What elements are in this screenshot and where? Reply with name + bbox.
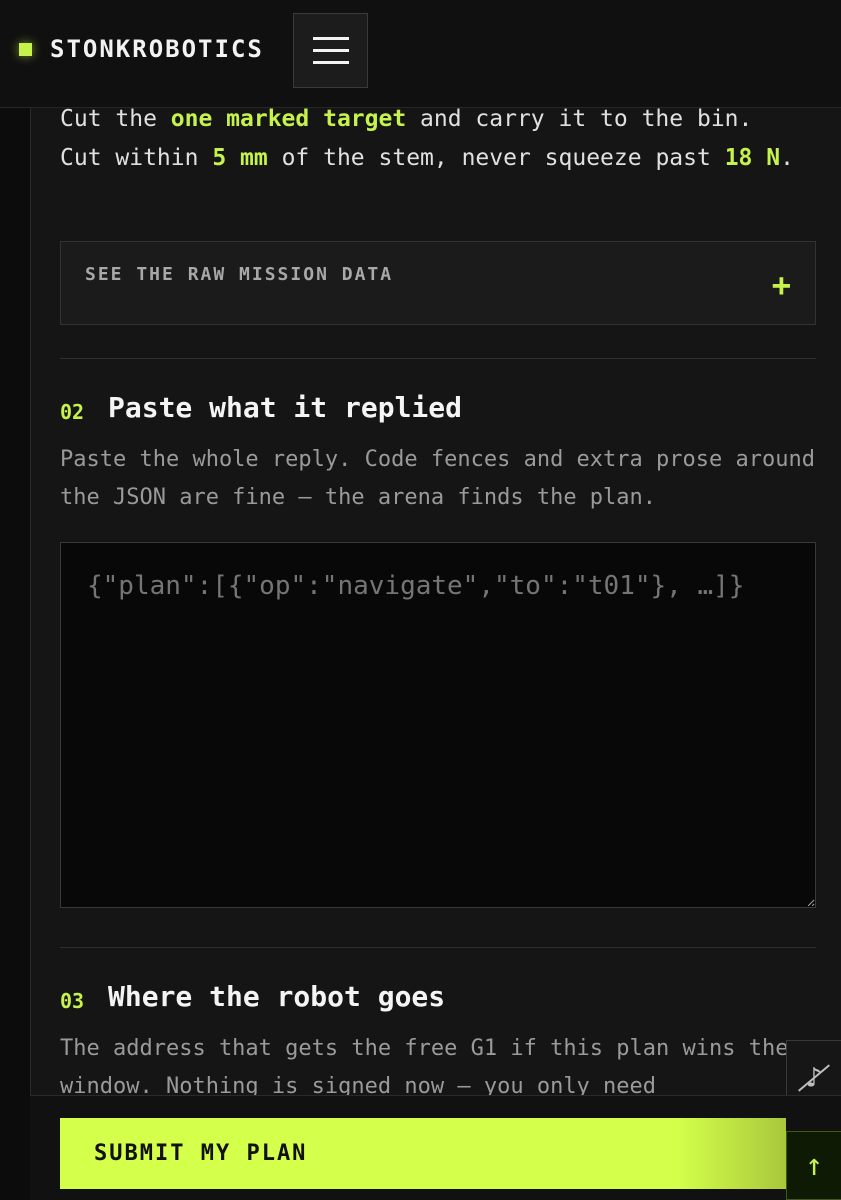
mission-highlight-force: 18 N: [724, 145, 781, 171]
brand-name[interactable]: STONKROBOTICS: [50, 35, 264, 63]
hamburger-icon-line: [312, 49, 349, 52]
mission-description: Cut the one marked target and carry it t…: [60, 100, 800, 178]
menu-button[interactable]: [293, 13, 368, 88]
mission-text-part: Cut the: [60, 106, 171, 132]
logo-mark-icon: [19, 43, 32, 56]
step-description: Paste the whole reply. Code fences and e…: [60, 447, 815, 510]
section-divider: [60, 358, 816, 359]
raw-mission-data-accordion[interactable]: SEE THE RAW MISSION DATA +: [60, 241, 816, 325]
accordion-label: SEE THE RAW MISSION DATA: [85, 264, 394, 285]
section-divider: [60, 947, 816, 948]
scroll-to-top-button[interactable]: ↑: [786, 1131, 841, 1200]
mission-text-part: and carry it to the bin.: [406, 106, 753, 132]
plan-reply-textarea[interactable]: [60, 542, 816, 908]
mission-highlight-distance: 5 mm: [212, 145, 268, 171]
step-number: 03: [60, 989, 85, 1013]
hamburger-icon-line: [312, 61, 349, 64]
mission-text-part: of the stem, never squeeze past: [267, 145, 725, 171]
submit-plan-button[interactable]: SUBMIT MY PLAN: [60, 1118, 786, 1189]
step-title: Where the robot goes: [108, 980, 446, 1013]
mission-highlight-target: one marked target: [170, 106, 407, 132]
site-header: STONKROBOTICS: [0, 0, 841, 108]
mission-text-part: Cut within: [60, 145, 213, 171]
plus-icon: +: [771, 266, 791, 304]
mission-text-part: .: [780, 145, 794, 171]
step-title: Paste what it replied: [108, 391, 463, 424]
hamburger-icon: [312, 37, 349, 40]
arrow-up-icon: ↑: [804, 1148, 824, 1183]
step-number: 02: [60, 400, 85, 424]
